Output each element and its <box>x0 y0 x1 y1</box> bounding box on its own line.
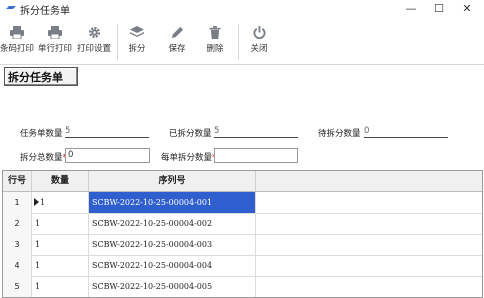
column-header-row-no[interactable]: 行号 <box>3 171 32 191</box>
single-row-print-button[interactable]: 单行打印 <box>37 24 73 62</box>
gear-icon <box>88 26 100 39</box>
total-split-label-text: 拆分总数量 <box>20 153 63 163</box>
column-header-serial[interactable]: 序列号 <box>89 171 256 191</box>
section-title: 拆分任务单 <box>4 67 78 86</box>
print-settings-button[interactable]: 打印设置 <box>76 24 112 62</box>
serial-grid: 行号 数量 序列号 1 1 SCBW-2022-10-25-00004-001 … <box>2 170 483 298</box>
barcode-print-button[interactable]: 条码打印 <box>0 24 34 62</box>
serial-cell[interactable]: SCBW-2022-10-25-00004-004 <box>89 255 256 276</box>
pending-label: 待拆分数量 <box>318 129 361 139</box>
total-split-input[interactable]: 0 <box>65 148 150 163</box>
row-number: 1 <box>3 192 32 213</box>
close-window-button[interactable]: ✕ <box>452 0 482 17</box>
toolbar-label: 保存 <box>168 44 186 54</box>
table-row[interactable]: 3 1 SCBW-2022-10-25-00004-003 <box>3 234 482 256</box>
toolbar-label: 单行打印 <box>37 44 72 54</box>
serial-cell[interactable]: SCBW-2022-10-25-00004-003 <box>89 234 256 255</box>
maximize-button[interactable]: ☐ <box>424 0 454 17</box>
serial-cell[interactable]: SCBW-2022-10-25-00004-001 <box>89 192 256 213</box>
total-split-label: 拆分总数量* <box>20 151 67 163</box>
minimize-button[interactable]: — <box>396 0 426 17</box>
window-title: 拆分任务单 <box>20 6 70 17</box>
save-button[interactable]: 保存 <box>162 24 192 62</box>
row-number: 5 <box>3 276 32 297</box>
qty-cell[interactable]: 1 <box>32 276 89 297</box>
split-button[interactable]: 拆分 <box>122 24 152 62</box>
per-split-label-text: 每单拆分数量 <box>161 153 213 163</box>
power-icon <box>252 26 266 39</box>
toolbar-label: 拆分 <box>128 44 146 54</box>
per-split-input[interactable] <box>214 148 298 163</box>
task-qty-value: 5 <box>65 126 149 138</box>
toolbar-divider <box>238 24 239 60</box>
pen-icon <box>171 26 183 39</box>
grid-header: 行号 数量 序列号 <box>3 171 482 192</box>
toolbar-label: 删除 <box>206 44 224 54</box>
title-bar: 拆分任务单 — ☐ ✕ <box>0 0 484 17</box>
split-done-value: 5 <box>214 126 298 138</box>
serial-cell[interactable]: SCBW-2022-10-25-00004-005 <box>89 276 256 297</box>
qty-cell[interactable]: 1 <box>32 213 89 234</box>
split-done-label: 已拆分数量 <box>169 129 212 139</box>
qty-cell[interactable]: 1 <box>32 255 89 276</box>
table-row[interactable]: 4 1 SCBW-2022-10-25-00004-004 <box>3 255 482 277</box>
row-number: 3 <box>3 234 32 255</box>
toolbar-divider <box>117 24 118 60</box>
qty-cell[interactable]: 1 <box>32 234 89 255</box>
toolbar-label: 打印设置 <box>76 44 111 54</box>
layers-icon <box>130 26 144 37</box>
serial-cell[interactable]: SCBW-2022-10-25-00004-002 <box>89 213 256 234</box>
toolbar-label: 关闭 <box>250 44 268 54</box>
app-icon <box>6 6 16 9</box>
task-qty-label: 任务单数量 <box>20 129 63 139</box>
table-row[interactable]: 2 1 SCBW-2022-10-25-00004-002 <box>3 213 482 235</box>
pending-value: 0 <box>364 126 448 138</box>
qty-cell[interactable]: 1 <box>32 192 89 213</box>
table-row[interactable]: 5 1 SCBW-2022-10-25-00004-005 <box>3 276 482 297</box>
column-header-qty[interactable]: 数量 <box>32 171 89 191</box>
toolbar-label: 条码打印 <box>0 44 35 54</box>
table-row[interactable]: 1 1 SCBW-2022-10-25-00004-001 <box>3 192 482 214</box>
row-number: 4 <box>3 255 32 276</box>
trash-icon <box>209 26 221 39</box>
close-button[interactable]: 关闭 <box>244 24 274 62</box>
row-number: 2 <box>3 213 32 234</box>
printer-icon <box>48 26 62 39</box>
printer-icon <box>10 26 24 39</box>
toolbar: 条码打印 单行打印 打印设置 拆分 保存 删除 关闭 <box>0 20 484 65</box>
delete-button[interactable]: 删除 <box>200 24 230 62</box>
per-split-label: 每单拆分数量* <box>161 151 216 163</box>
